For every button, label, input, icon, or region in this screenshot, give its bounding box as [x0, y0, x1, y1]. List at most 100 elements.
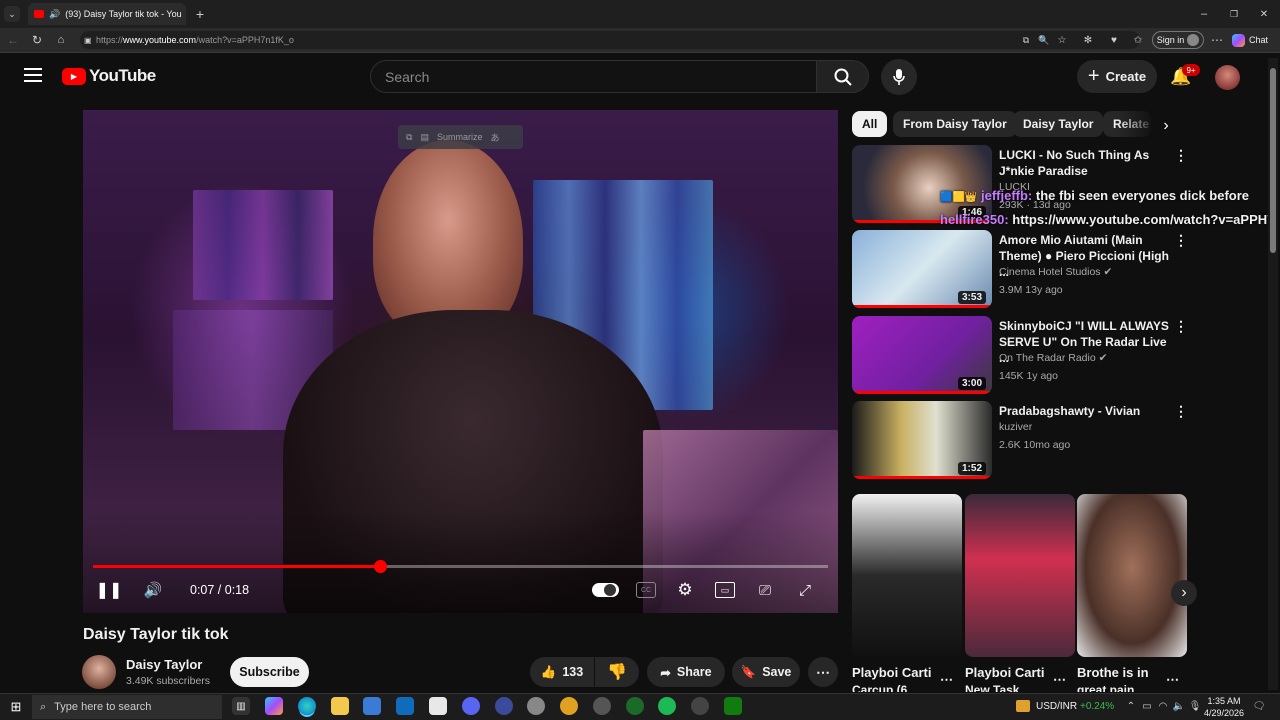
short-title[interactable]: Brothe is in — [1077, 665, 1149, 680]
spotify-icon[interactable] — [658, 697, 676, 715]
rec-channel[interactable]: Cinema Hotel Studios ✔ — [999, 266, 1112, 278]
maximize-icon[interactable]: ❐ — [1226, 6, 1242, 22]
scrollbar-thumb[interactable] — [1270, 68, 1276, 253]
short-menu-icon[interactable]: ⋯ — [1166, 672, 1179, 688]
dislike-button[interactable]: 👎 — [595, 657, 639, 687]
rec-channel[interactable]: On The Radar Radio ✔ — [999, 352, 1107, 364]
chip-daisy-taylor[interactable]: Daisy Taylor — [1013, 111, 1104, 137]
edge-taskbar-icon[interactable] — [298, 697, 316, 715]
share-button[interactable]: ➦ Share — [647, 657, 725, 687]
rec-menu-icon[interactable]: ⋮ — [1174, 232, 1188, 249]
save-button[interactable]: 🔖 Save — [732, 657, 800, 687]
rec-menu-icon[interactable]: ⋮ — [1174, 403, 1188, 420]
notepad-icon[interactable] — [429, 697, 447, 715]
copilot-chat-button[interactable]: Chat — [1232, 32, 1276, 48]
short-thumbnail[interactable] — [1077, 494, 1187, 657]
speaker-icon[interactable]: 🔊 — [49, 9, 60, 20]
app-available-icon[interactable]: ⧉ — [1020, 33, 1032, 47]
short-menu-icon[interactable]: ⋯ — [1053, 672, 1066, 688]
short-thumbnail[interactable] — [852, 494, 962, 657]
battery-icon[interactable]: ▭ — [1140, 699, 1154, 713]
short-title-line2[interactable]: Carcup (6... — [852, 683, 917, 692]
microphone-tray-icon[interactable]: 🎙 — [1188, 699, 1202, 713]
rec-video[interactable]: 3:00 SkinnyboiCJ "I WILL ALWAYS SERVE U"… — [852, 316, 1192, 394]
tray-expand-icon[interactable]: ⌃ — [1124, 699, 1138, 713]
shorts-next-chevron-icon[interactable]: › — [1171, 580, 1197, 606]
short-title-line2[interactable]: great pain... — [1077, 683, 1144, 692]
currency-ticker-label[interactable]: USD/INR — [1036, 701, 1077, 712]
rec-menu-icon[interactable]: ⋮ — [1174, 318, 1188, 335]
chips-next-chevron-icon[interactable]: › — [1156, 116, 1176, 136]
notification-center-icon[interactable]: 🗨 — [1252, 699, 1266, 713]
page-scrollbar[interactable] — [1268, 58, 1278, 690]
app-icon[interactable] — [527, 697, 545, 715]
chip-from-channel[interactable]: From Daisy Taylor — [893, 111, 1017, 137]
speaker-tray-icon[interactable]: 🔈 — [1172, 699, 1186, 713]
short-title[interactable]: Playboi Carti — [852, 665, 931, 680]
channel-name[interactable]: Daisy Taylor — [126, 657, 202, 672]
settings-icon[interactable] — [593, 697, 611, 715]
rec-title[interactable]: Pradabagshawty - Vivian — [999, 403, 1171, 419]
chip-all[interactable]: All — [852, 111, 888, 137]
short-thumbnail[interactable] — [965, 494, 1075, 657]
summarize-label[interactable]: Summarize — [437, 132, 483, 142]
discord-icon[interactable] — [462, 697, 480, 715]
favorites-icon[interactable]: ✩ — [1132, 33, 1144, 47]
network-icon[interactable]: ◠ — [1156, 699, 1170, 713]
channel-avatar[interactable] — [82, 655, 116, 689]
browser-tab[interactable]: 🔊 (93) Daisy Taylor tik tok - You ✕ — [28, 3, 186, 25]
rec-thumbnail[interactable]: 3:53 — [852, 230, 992, 308]
subscribe-button[interactable]: Subscribe — [230, 657, 309, 687]
autoplay-toggle[interactable] — [592, 583, 619, 597]
summarize-icon[interactable]: ▤ — [420, 132, 429, 143]
progress-scrubber-handle[interactable] — [374, 560, 387, 573]
short-menu-icon[interactable]: ⋯ — [940, 672, 953, 688]
site-info-icon[interactable]: ▣ — [84, 36, 92, 45]
rec-video[interactable]: 3:53 Amore Mio Aiutami (Main Theme) ● Pi… — [852, 230, 1192, 308]
rec-video[interactable]: 1:52 Pradabagshawty - Vivian kuziver 2.6… — [852, 401, 1192, 479]
fullscreen-icon[interactable]: ⤢ — [795, 580, 815, 600]
cast-icon[interactable]: ⎚ — [755, 580, 775, 600]
rec-menu-icon[interactable]: ⋮ — [1174, 147, 1188, 164]
voice-search-button[interactable] — [881, 59, 917, 95]
pause-icon[interactable]: ❚❚ — [96, 581, 123, 599]
search-input[interactable]: Search — [370, 60, 817, 93]
refresh-icon[interactable]: ↻ — [30, 33, 44, 47]
youtube-logo[interactable]: ▶ YouTube — [62, 66, 156, 86]
mail-icon[interactable] — [396, 697, 414, 715]
app-icon[interactable] — [560, 697, 578, 715]
back-icon[interactable]: ← — [6, 33, 20, 47]
video-player[interactable]: ⧉ ▤ Summarize あ — [83, 110, 838, 613]
store-icon[interactable] — [363, 697, 381, 715]
short-title[interactable]: Playboi Carti — [965, 665, 1044, 680]
settings-gear-icon[interactable]: ⚙ — [675, 580, 695, 600]
copilot-taskbar-icon[interactable] — [265, 697, 283, 715]
tab-actions-icon[interactable]: ⌄ — [4, 6, 20, 22]
new-tab-icon[interactable]: + — [192, 6, 208, 22]
search-button[interactable] — [817, 60, 869, 93]
more-menu-icon[interactable]: ⋯ — [1210, 33, 1224, 47]
short-title-line2[interactable]: New Task... — [965, 683, 1029, 692]
url-field[interactable]: ▣ https://www.youtube.com/watch?v=aPPH7n… — [80, 31, 1140, 49]
taskbar-clock[interactable]: 1:35 AM 4/29/2026 — [1204, 695, 1244, 719]
home-icon[interactable]: ⌂ — [54, 33, 68, 47]
guide-menu-icon[interactable] — [24, 68, 42, 82]
sign-in-button[interactable]: Sign in — [1152, 31, 1204, 49]
app-icon[interactable] — [626, 697, 644, 715]
xbox-icon[interactable] — [724, 697, 742, 715]
create-button[interactable]: + Create — [1077, 60, 1157, 93]
close-window-icon[interactable]: ✕ — [1256, 6, 1272, 22]
browser-essentials-icon[interactable]: ♥ — [1108, 33, 1120, 47]
zoom-icon[interactable]: 🔍 — [1038, 33, 1050, 47]
rec-thumbnail[interactable]: 1:52 — [852, 401, 992, 479]
extensions-icon[interactable]: ✻ — [1082, 33, 1094, 47]
minimize-icon[interactable]: – — [1196, 6, 1212, 22]
rec-title[interactable]: LUCKI - No Such Thing As J*nkie Paradise — [999, 147, 1171, 179]
translate-icon[interactable]: あ — [490, 131, 499, 144]
task-view-icon[interactable]: ▥ — [232, 697, 250, 715]
app-icon[interactable] — [691, 697, 709, 715]
taskbar-search[interactable]: ⌕ Type here to search — [32, 695, 222, 719]
more-actions-button[interactable]: ⋯ — [808, 657, 838, 687]
summarize-toolbar[interactable]: ⧉ ▤ Summarize あ — [398, 125, 523, 149]
file-explorer-icon[interactable] — [331, 697, 349, 715]
